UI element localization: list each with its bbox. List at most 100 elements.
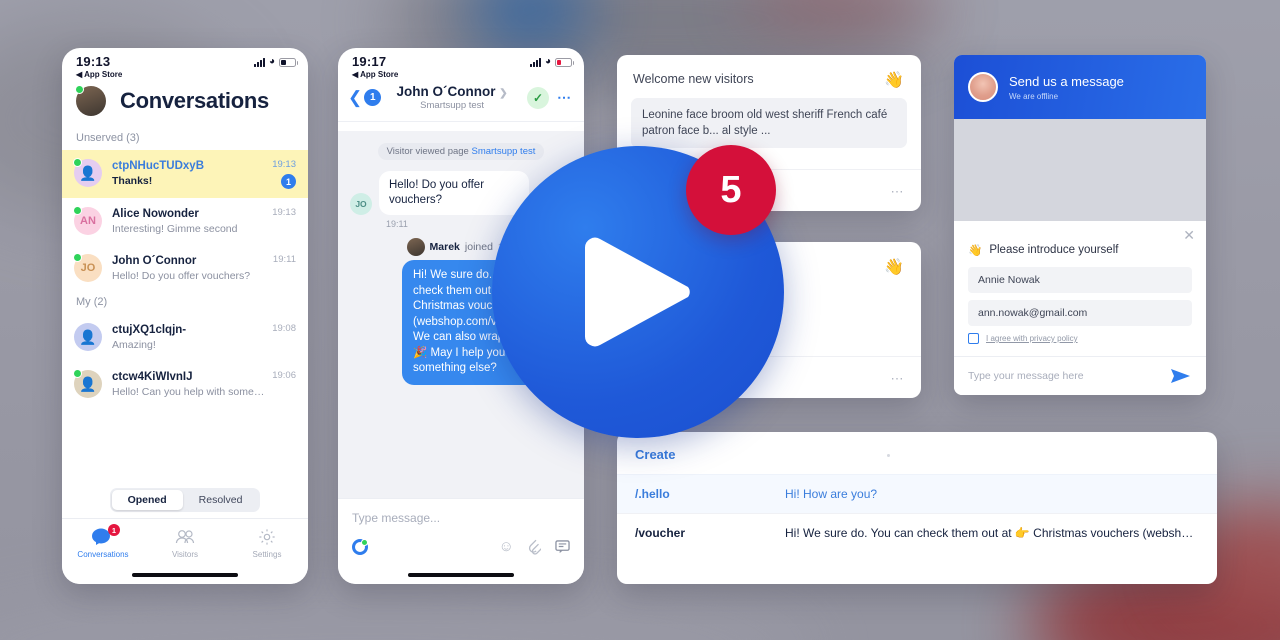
avatar bbox=[406, 238, 425, 256]
avatar: JO bbox=[73, 253, 102, 282]
list-item[interactable]: JO John O´Connor Hello! Do you offer vou… bbox=[62, 245, 308, 292]
list-item[interactable]: 👤 ctujXQ1clqjn- Amazing! 19:08 bbox=[62, 314, 308, 361]
message-composer: Type message... ☺ bbox=[338, 498, 584, 584]
waving-hand-icon: 👋 bbox=[884, 259, 904, 276]
play-triangle-icon bbox=[584, 237, 690, 347]
tab-badge: 1 bbox=[108, 524, 120, 536]
create-button[interactable]: Create bbox=[635, 447, 675, 462]
table-row[interactable]: /voucher Hi! We sure do. You can check t… bbox=[617, 513, 1217, 552]
preview-text: Hello! Can you help with something? bbox=[112, 386, 267, 398]
online-dot-icon bbox=[73, 206, 82, 215]
page-title: Conversations bbox=[120, 88, 269, 113]
intro-heading: 👋 Please introduce yourself bbox=[968, 243, 1192, 257]
online-dot-icon bbox=[73, 158, 82, 167]
group-label-my: My (2) bbox=[76, 296, 108, 308]
timestamp: 19:13 bbox=[272, 159, 296, 170]
gear-icon bbox=[259, 529, 275, 545]
close-icon[interactable]: ✕ bbox=[1183, 227, 1195, 244]
battery-icon bbox=[555, 57, 574, 67]
avatar[interactable] bbox=[75, 85, 106, 116]
wifi-icon: ◕ bbox=[268, 56, 275, 67]
home-indicator bbox=[408, 573, 514, 577]
waving-hand-icon: 👋 bbox=[968, 245, 983, 257]
signal-bars-icon bbox=[529, 57, 541, 67]
smartsupp-logo-icon bbox=[352, 538, 368, 555]
filter-segmented-control[interactable]: Opened Resolved bbox=[62, 488, 308, 512]
avatar: AN bbox=[73, 206, 102, 235]
online-dot-icon bbox=[73, 253, 82, 262]
waving-hand-icon: 👋 bbox=[884, 72, 904, 89]
tab-label: Conversations bbox=[77, 550, 129, 559]
tab-settings[interactable]: Settings bbox=[226, 519, 308, 584]
timestamp: 19:06 bbox=[272, 370, 296, 381]
widget-intro-form: ✕ 👋 Please introduce yourself Annie Nowa… bbox=[954, 221, 1206, 356]
status-back-app: ◀ App Store bbox=[76, 70, 123, 79]
segment-resolved[interactable]: Resolved bbox=[183, 490, 259, 510]
group-label-unserved: Unserved (3) bbox=[76, 132, 140, 144]
avatar: 👤 bbox=[73, 158, 102, 187]
people-icon bbox=[175, 530, 195, 544]
contact-name: ctujXQ1clqjn- bbox=[112, 324, 187, 336]
list-item[interactable]: 👤 ctpNHucTUDxyB Thanks! 19:13 1 bbox=[62, 150, 308, 198]
message-input[interactable]: Type message... bbox=[352, 511, 570, 525]
paperclip-icon[interactable] bbox=[528, 539, 541, 555]
tab-label: Visitors bbox=[171, 550, 199, 559]
avatar: 👤 bbox=[74, 323, 102, 351]
contact-name: ctpNHucTUDxyB bbox=[112, 160, 205, 172]
name-field[interactable]: Annie Nowak bbox=[968, 267, 1192, 293]
decorative-dot bbox=[887, 454, 890, 457]
status-bar: 19:17 ◀ App Store ◕ bbox=[338, 48, 584, 82]
online-dot-icon bbox=[73, 369, 82, 378]
back-unread-badge: 1 bbox=[364, 89, 382, 106]
widget-status: We are offline bbox=[1009, 91, 1059, 101]
privacy-policy-link[interactable]: I agree with privacy policy bbox=[986, 334, 1078, 343]
emoji-icon[interactable]: ☺ bbox=[499, 538, 514, 555]
signal-bars-icon bbox=[253, 57, 265, 67]
unread-badge: 1 bbox=[281, 174, 296, 189]
privacy-consent-row[interactable]: I agree with privacy policy bbox=[968, 333, 1192, 344]
preview-text: Hello! Do you offer vouchers? bbox=[112, 270, 251, 282]
intro-text: Please introduce yourself bbox=[989, 244, 1119, 256]
contact-name: John O´Connor bbox=[112, 255, 197, 267]
widget-header: Send us a message We are offline bbox=[954, 55, 1206, 119]
status-bar: 19:13 ◀ App Store ◕ bbox=[62, 48, 308, 82]
list-item[interactable]: 👤 ctcw4KiWIvnIJ Hello! Can you help with… bbox=[62, 361, 308, 408]
avatar: 👤 bbox=[73, 369, 102, 398]
system-message: Visitor viewed page Smartsupp test bbox=[350, 141, 572, 160]
chat-header: ❮ 1 John O´Connor ❯ Smartsupp test ✓ ⋯ bbox=[338, 82, 584, 122]
timestamp: 19:08 bbox=[272, 323, 296, 334]
preview-text: Interesting! Gimme second bbox=[112, 223, 238, 235]
agent-name: Marek bbox=[429, 241, 460, 253]
list-header: Conversations bbox=[62, 82, 308, 128]
message-text: Hello! Do you offer vouchers? bbox=[379, 171, 529, 215]
privacy-checkbox[interactable] bbox=[968, 333, 979, 344]
table-row[interactable]: /.hello Hi! How are you? bbox=[617, 474, 1217, 513]
email-field[interactable]: ann.nowak@gmail.com bbox=[968, 300, 1192, 326]
agent-avatar-photo bbox=[968, 72, 998, 102]
segment-opened[interactable]: Opened bbox=[111, 490, 183, 510]
online-dot-icon bbox=[75, 85, 84, 94]
panel-shortcuts: Create /.hello Hi! How are you? /voucher… bbox=[617, 432, 1217, 584]
list-item[interactable]: AN Alice Nowonder Interesting! Gimme sec… bbox=[62, 198, 308, 245]
canned-response-icon[interactable] bbox=[555, 539, 570, 554]
contact-name[interactable]: John O´Connor ❯ bbox=[381, 84, 523, 99]
check-circle-icon[interactable]: ✓ bbox=[527, 86, 549, 109]
battery-icon bbox=[279, 57, 298, 67]
timestamp: 19:11 bbox=[272, 254, 296, 265]
send-icon[interactable] bbox=[1170, 367, 1192, 385]
joined-label: joined bbox=[464, 241, 493, 253]
home-indicator bbox=[132, 573, 238, 577]
panel-header: Create bbox=[617, 432, 1217, 474]
more-dots-icon[interactable]: ⋯ bbox=[557, 89, 572, 106]
contact-name: ctcw4KiWIvnIJ bbox=[112, 371, 193, 383]
widget-message-input[interactable]: Type your message here bbox=[968, 370, 1170, 382]
page-link[interactable]: Smartsupp test bbox=[471, 146, 535, 157]
preview-text: Thanks! bbox=[112, 175, 153, 187]
shortcut-value: Hi! We sure do. You can check them out a… bbox=[785, 526, 1199, 540]
back-button[interactable]: ❮ 1 bbox=[348, 89, 382, 106]
more-dots-icon[interactable]: ⋯ bbox=[891, 371, 906, 387]
chat-widget: Send us a message We are offline ✕ 👋 Ple… bbox=[954, 55, 1206, 395]
widget-composer: Type your message here bbox=[954, 356, 1206, 395]
more-dots-icon[interactable]: ⋯ bbox=[891, 184, 906, 200]
preview-text: Amazing! bbox=[112, 339, 156, 351]
